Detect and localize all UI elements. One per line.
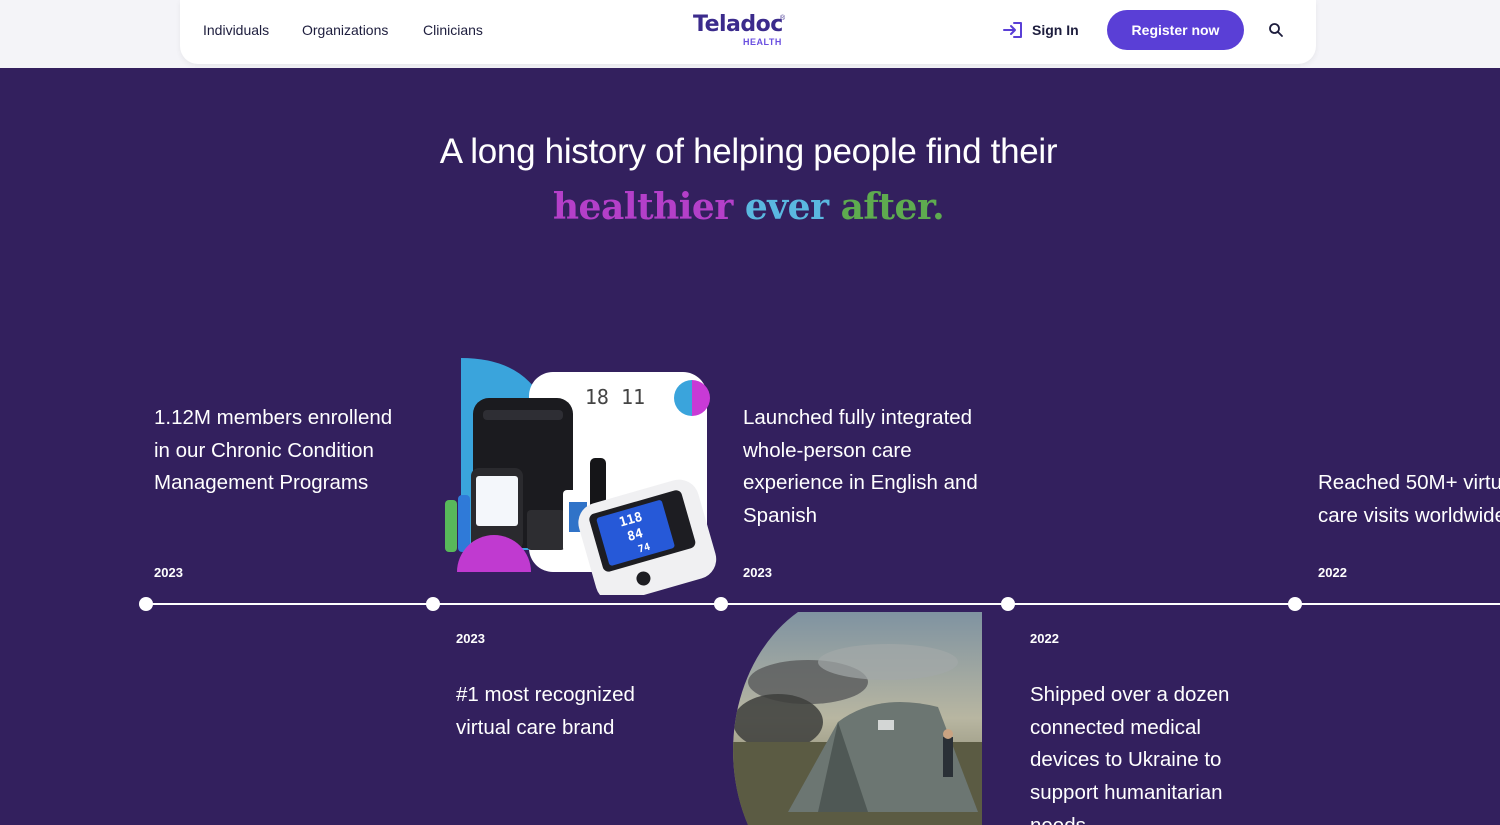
timeline-dot[interactable] xyxy=(139,597,153,611)
sign-in-arrow-icon xyxy=(1003,22,1022,38)
logo-registered-mark: ® xyxy=(780,15,786,22)
nav-organizations[interactable]: Organizations xyxy=(302,22,388,38)
device-box xyxy=(527,510,565,550)
timeline-item-text: 1.12M members enrollend in our Chronic C… xyxy=(154,406,393,495)
timeline-item-year: 2023 xyxy=(456,631,485,646)
timeline-item-text: #1 most recognized virtual care brand xyxy=(456,683,635,739)
accent-word-ever: ever xyxy=(744,186,829,228)
header-nav: Individuals Organizations Clinicians Tel… xyxy=(180,0,1316,64)
search-icon[interactable] xyxy=(1268,22,1284,38)
timeline-item-year: 2023 xyxy=(154,565,183,580)
logo-wordmark: Teladoc xyxy=(693,12,783,37)
meter-screen xyxy=(476,476,518,526)
pouch-zipper xyxy=(483,410,563,420)
timeline-dot[interactable] xyxy=(714,597,728,611)
section-title: A long history of helping people find th… xyxy=(439,132,1058,171)
vial-green xyxy=(445,500,457,552)
logo-subtitle: HEALTH xyxy=(743,37,782,47)
accent-word-healthier: healthier xyxy=(552,186,733,228)
section-title-accent: healthier ever after. xyxy=(0,186,1497,228)
timeline-item-text: Shipped over a dozen connected medical d… xyxy=(1030,683,1230,825)
teladoc-logo[interactable]: Teladoc ® HEALTH xyxy=(693,12,793,48)
vial-blue xyxy=(458,495,470,552)
timeline-dot[interactable] xyxy=(1001,597,1015,611)
accent-word-after: after. xyxy=(840,186,945,228)
register-now-button[interactable]: Register now xyxy=(1107,10,1244,50)
connected-devices-image: 18 11 118 84 74 xyxy=(445,358,717,595)
nav-clinicians[interactable]: Clinicians xyxy=(423,22,483,38)
scale-display: 18 11 xyxy=(585,385,645,409)
timeline-dot[interactable] xyxy=(1288,597,1302,611)
timeline-item-year: 2023 xyxy=(743,565,772,580)
circle-accent-right xyxy=(692,380,710,416)
sign-in-label: Sign In xyxy=(1032,22,1079,38)
timeline-item-year: 2022 xyxy=(1030,631,1059,646)
nav-individuals[interactable]: Individuals xyxy=(203,22,269,38)
timeline-item-text: Launched fully integrated whole-person c… xyxy=(743,406,978,528)
ukraine-tent-photo xyxy=(733,612,982,825)
timeline-dot[interactable] xyxy=(426,597,440,611)
timeline-item-year: 2022 xyxy=(1318,565,1347,580)
timeline-item-text: Reached 50M+ virtual care visits worldwi… xyxy=(1318,471,1500,527)
